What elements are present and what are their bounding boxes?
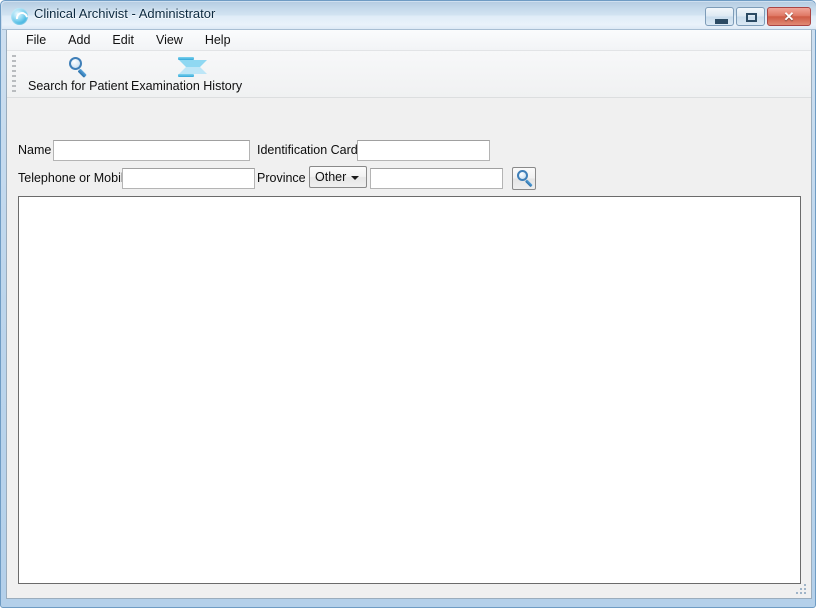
- province-label: Province: [257, 171, 306, 185]
- menu-bar: File Add Edit View Help: [7, 30, 811, 51]
- client-area: File Add Edit View Help Search for Patie…: [6, 30, 812, 599]
- menu-item-file[interactable]: File: [15, 31, 57, 50]
- toolbar: Search for Patient Examination History: [7, 51, 811, 98]
- maximize-icon: [746, 13, 757, 22]
- toolbar-button-label: Examination History: [131, 79, 243, 93]
- title-bar[interactable]: Clinical Archivist - Administrator ✕: [2, 2, 816, 30]
- patient-search-form: Name Identification Card Telephone or Mo…: [7, 98, 811, 195]
- magnifier-icon: [66, 56, 90, 78]
- toolbar-grip[interactable]: [12, 55, 16, 94]
- search-button[interactable]: [512, 167, 536, 190]
- province-detail-input[interactable]: [370, 168, 503, 189]
- swirl-icon: [11, 8, 28, 25]
- name-label: Name: [18, 143, 52, 157]
- menu-item-view[interactable]: View: [145, 31, 194, 50]
- minimize-icon: [715, 19, 728, 24]
- patient-results-list[interactable]: [18, 196, 801, 584]
- province-select[interactable]: Other: [309, 166, 367, 188]
- minimize-button[interactable]: [705, 7, 734, 26]
- telephone-input[interactable]: [122, 168, 255, 189]
- toolbar-button-examination-history[interactable]: Examination History: [124, 53, 249, 96]
- close-icon: ✕: [783, 9, 795, 24]
- maximize-button[interactable]: [736, 7, 765, 26]
- toolbar-button-search-for-patient[interactable]: Search for Patient: [21, 53, 135, 96]
- menu-item-help[interactable]: Help: [194, 31, 242, 50]
- telephone-label: Telephone or Mobile: [18, 171, 131, 185]
- window-title: Clinical Archivist - Administrator: [34, 6, 216, 21]
- identification-card-label: Identification Card: [257, 143, 358, 157]
- identification-card-input[interactable]: [357, 140, 490, 161]
- application-window: Clinical Archivist - Administrator ✕ Fil…: [0, 0, 816, 608]
- toolbar-button-label: Search for Patient: [28, 79, 129, 93]
- hourglass-icon: [175, 56, 207, 78]
- magnifier-icon: [516, 170, 534, 188]
- menu-item-edit[interactable]: Edit: [101, 31, 145, 50]
- resize-grip[interactable]: [795, 583, 808, 596]
- province-selected-value: Other: [315, 170, 347, 184]
- close-button[interactable]: ✕: [767, 7, 811, 26]
- name-input[interactable]: [53, 140, 250, 161]
- chevron-down-icon: [351, 176, 359, 180]
- menu-item-add[interactable]: Add: [57, 31, 101, 50]
- window-controls: ✕: [705, 7, 811, 26]
